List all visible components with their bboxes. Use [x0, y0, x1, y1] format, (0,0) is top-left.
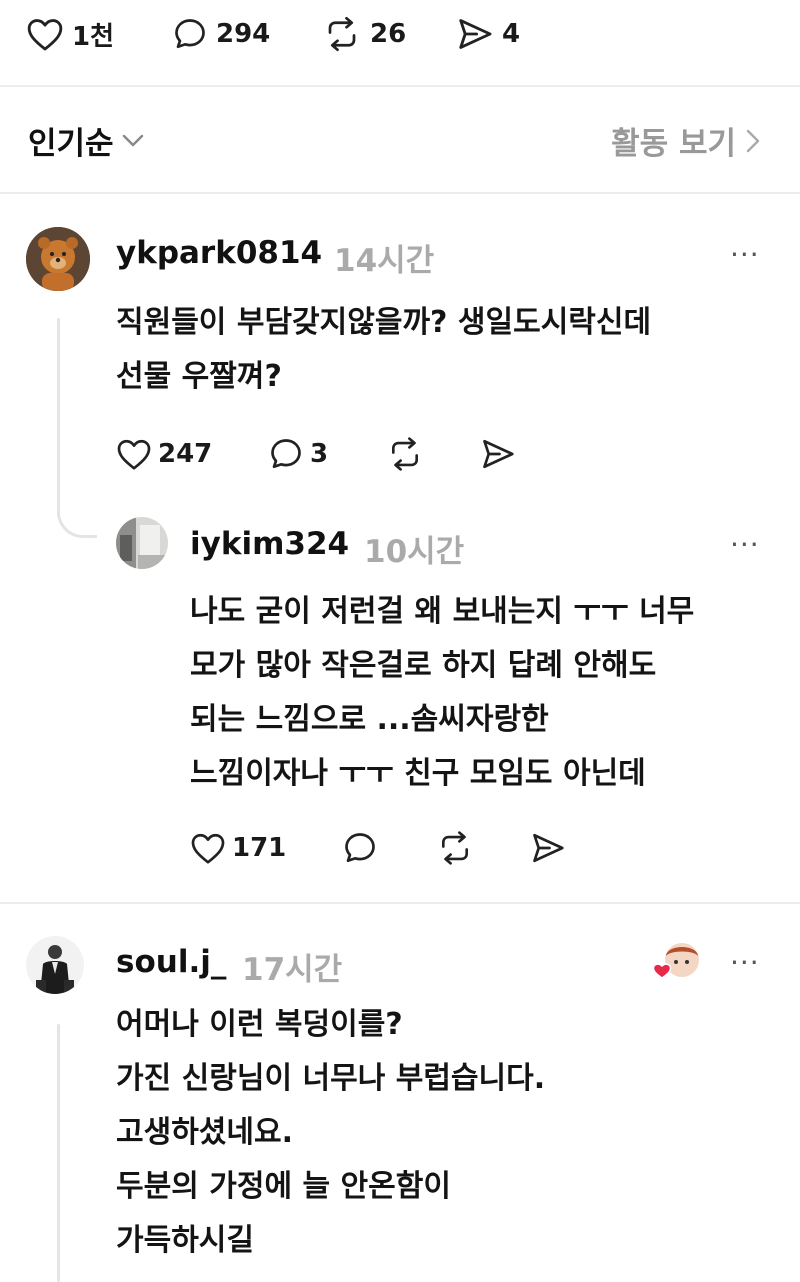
- avatar[interactable]: [26, 936, 84, 994]
- repost-icon: [386, 436, 424, 472]
- thread-line: [57, 318, 60, 518]
- share-button[interactable]: [530, 828, 566, 868]
- view-activity-label: 활동 보기: [611, 126, 736, 162]
- share-stat-button[interactable]: 4: [456, 14, 520, 54]
- comment-text: 직원들이 부담갖지않을까? 생일도시락신데 선물 우짤껴?: [116, 296, 651, 404]
- comment-text: 나도 굳이 저런걸 왜 보내는지 ㅜㅜ 너무 모가 많아 작은걸로 하지 답례 …: [190, 585, 694, 801]
- heart-icon: [116, 437, 152, 471]
- divider: [0, 85, 800, 87]
- comment-line: 직원들이 부담갖지않을까? 생일도시락신데: [116, 305, 652, 340]
- comment-count: 294: [216, 19, 271, 49]
- comment-line: 고생하셨네요.: [116, 1115, 293, 1150]
- like-count: 171: [232, 833, 287, 863]
- chevron-down-icon: [122, 134, 144, 148]
- divider: [0, 902, 800, 904]
- avatar[interactable]: [26, 227, 90, 291]
- comment-line: 선물 우짤껴?: [116, 359, 282, 394]
- reply-count: 3: [310, 439, 329, 469]
- more-icon[interactable]: ···: [730, 528, 760, 561]
- like-button[interactable]: 247: [116, 434, 212, 474]
- sort-dropdown[interactable]: 인기순: [28, 118, 144, 163]
- divider: [0, 192, 800, 194]
- chevron-right-icon: [746, 129, 760, 153]
- share-button[interactable]: [480, 434, 516, 474]
- thread-connector: [57, 498, 97, 538]
- more-icon[interactable]: ···: [730, 946, 760, 979]
- timestamp: 10시간: [364, 534, 465, 570]
- avatar[interactable]: [116, 517, 168, 569]
- heart-icon: [26, 16, 64, 52]
- thread-line: [57, 1024, 60, 1282]
- comment-line: 되는 느낌으로 ...솜씨자랑한: [190, 702, 549, 737]
- sort-label: 인기순: [28, 126, 114, 162]
- repost-button[interactable]: [386, 434, 424, 474]
- repost-icon: [322, 16, 362, 52]
- comment-line: 모가 많아 작은걸로 하지 답례 안해도: [190, 648, 657, 683]
- repost-button[interactable]: [436, 828, 474, 868]
- comment-line: 어머나 이런 복덩이를?: [116, 1007, 403, 1042]
- share-count: 4: [502, 19, 521, 49]
- repost-stat-button[interactable]: 26: [322, 14, 406, 54]
- heart-icon: [190, 831, 226, 865]
- like-count: 247: [158, 439, 213, 469]
- repost-icon: [436, 830, 474, 866]
- comment-icon: [268, 436, 304, 472]
- reply-button[interactable]: 3: [268, 434, 328, 474]
- username[interactable]: iykim324: [190, 526, 349, 562]
- timestamp: 14시간: [334, 243, 435, 279]
- like-count: 1천: [72, 21, 115, 52]
- comment-line: 나도 굳이 저런걸 왜 보내는지 ㅜㅜ 너무: [190, 594, 695, 629]
- comment-line: 두분의 가정에 늘 안온함이: [116, 1169, 451, 1204]
- comment-line: 느낌이자나 ㅜㅜ 친구 모임도 아닌데: [190, 756, 646, 791]
- more-icon[interactable]: ···: [730, 238, 760, 271]
- repost-count: 26: [370, 19, 407, 49]
- comment-stat-button[interactable]: 294: [172, 14, 270, 54]
- comment-line: 가진 신랑님이 너무나 부럽습니다.: [116, 1061, 546, 1096]
- like-button[interactable]: 171: [190, 828, 286, 868]
- author-liked-badge: [652, 940, 700, 984]
- share-icon: [456, 16, 494, 52]
- comment-icon: [342, 830, 378, 866]
- reply-button[interactable]: [342, 828, 378, 868]
- like-stat-button[interactable]: 1천: [26, 14, 114, 54]
- timestamp: 17시간: [242, 952, 343, 988]
- share-icon: [480, 437, 516, 471]
- share-icon: [530, 831, 566, 865]
- comment-icon: [172, 16, 208, 52]
- username[interactable]: soul.j_: [116, 944, 226, 980]
- comment-text: 어머나 이런 복덩이를? 가진 신랑님이 너무나 부럽습니다. 고생하셨네요. …: [116, 998, 545, 1268]
- username[interactable]: ykpark0814: [116, 235, 322, 271]
- comment-line: 가득하시길: [116, 1223, 254, 1258]
- view-activity-button[interactable]: 활동 보기: [611, 118, 760, 163]
